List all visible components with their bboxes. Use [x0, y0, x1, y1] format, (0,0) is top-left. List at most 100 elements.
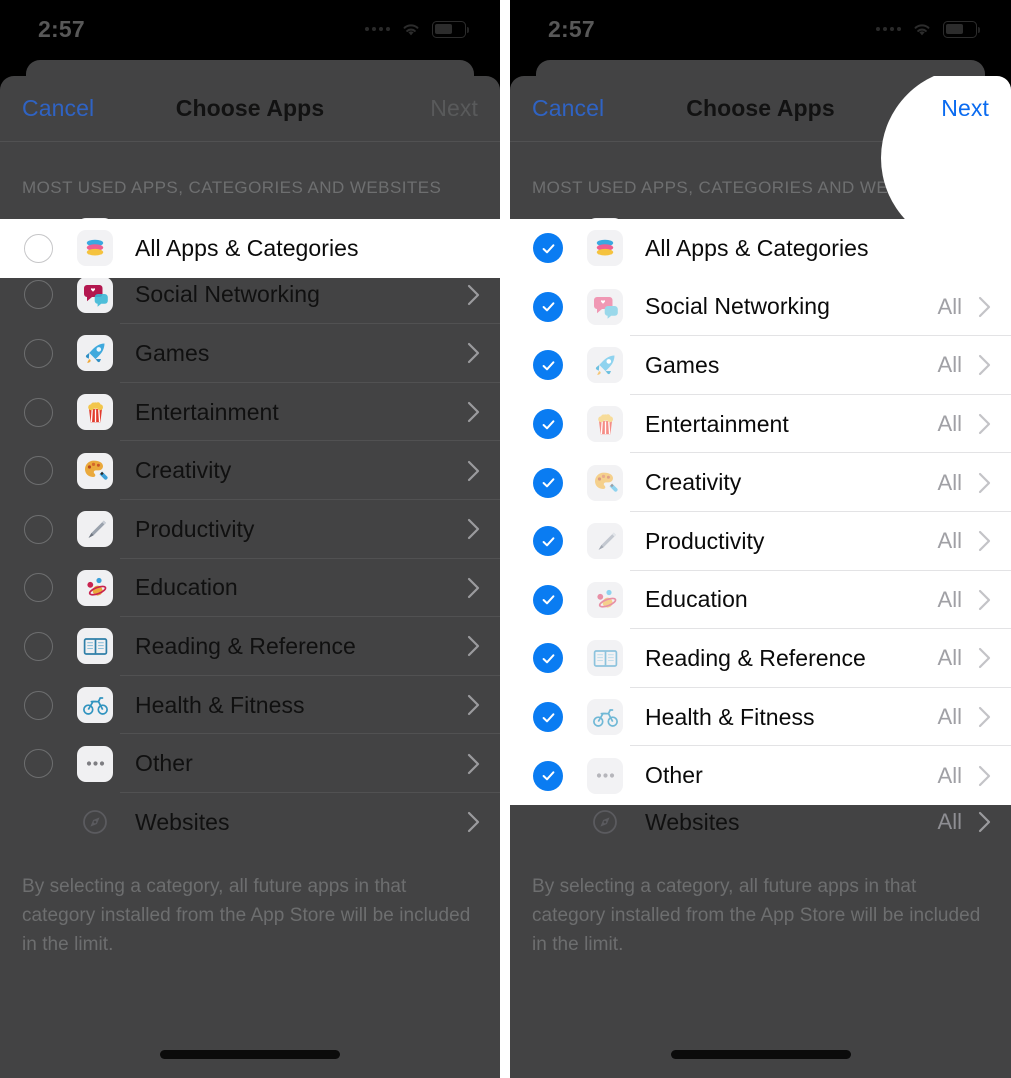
radio-unchecked-icon[interactable]	[18, 397, 58, 427]
palette-icon	[587, 464, 623, 501]
chevron-right-icon	[978, 472, 991, 494]
list-item-label: Productivity	[645, 527, 765, 554]
list-item[interactable]: Websites	[0, 793, 500, 852]
list-item[interactable]: Reading & Reference	[0, 617, 500, 676]
list-item-label: Social Networking	[645, 293, 830, 320]
phone-screenshot-right: 2:57 Cancel Choose Apps Next MOST USED A…	[510, 0, 1011, 1078]
home-indicator	[670, 1050, 851, 1059]
checkmark-checked-icon[interactable]	[528, 409, 568, 440]
radio-unchecked-icon[interactable]	[18, 514, 58, 544]
list-item-highlighted[interactable]: Social Networking All	[510, 278, 1011, 337]
list-item-highlighted[interactable]: Education All	[510, 571, 1011, 630]
row-value: All	[937, 528, 962, 554]
chevron-right-icon	[467, 284, 480, 306]
radio-unchecked-icon[interactable]	[18, 456, 58, 486]
checkmark-checked-icon[interactable]	[528, 526, 568, 557]
status-bar-left: 2:57	[0, 0, 500, 58]
category-list-left: All Apps & Categories Social Networking	[0, 207, 500, 852]
chevron-right-icon	[467, 342, 480, 364]
row-value: All	[937, 645, 962, 671]
open-book-icon	[77, 628, 113, 665]
status-bar-time: 2:57	[548, 15, 595, 42]
chevron-right-icon	[467, 753, 480, 775]
list-item-label: Reading & Reference	[135, 632, 356, 659]
list-item-accessory	[467, 342, 480, 364]
phone-screenshot-left: 2:57 Cancel Choose Apps Next MOST USED A…	[0, 0, 500, 1078]
list-item-accessory	[467, 284, 480, 306]
next-button[interactable]: Next	[430, 95, 478, 122]
radio-unchecked-icon[interactable]	[18, 280, 58, 310]
status-bar-indicators	[365, 20, 470, 38]
status-bar-right: 2:57	[510, 0, 1011, 58]
row-value: All	[937, 293, 962, 319]
wifi-icon	[910, 21, 934, 38]
list-item[interactable]: Productivity	[0, 500, 500, 559]
status-bar-time: 2:57	[38, 15, 85, 42]
list-item-highlighted[interactable]: Entertainment All	[510, 395, 1011, 454]
next-button[interactable]: Next	[941, 95, 989, 122]
chevron-right-icon	[978, 765, 991, 787]
list-item-accessory	[467, 577, 480, 599]
list-item-highlighted[interactable]: All Apps & Categories	[510, 219, 1011, 278]
ellipsis-icon	[77, 745, 113, 782]
list-item[interactable]: Education	[0, 559, 500, 618]
checkmark-checked-icon[interactable]	[528, 760, 568, 791]
list-item[interactable]: Other	[0, 734, 500, 793]
list-item-label: Education	[645, 586, 748, 613]
list-item-highlighted[interactable]: Health & Fitness All	[510, 688, 1011, 747]
list-item-label: Health & Fitness	[135, 691, 305, 718]
signal-dots-icon	[876, 27, 901, 31]
checkmark-checked-icon[interactable]	[528, 584, 568, 615]
checkmark-checked-icon[interactable]	[528, 291, 568, 322]
list-item[interactable]: Games	[0, 324, 500, 383]
list-item-accessory	[467, 694, 480, 716]
list-item-accessory	[467, 635, 480, 657]
list-item-highlighted[interactable]: All Apps & Categories	[0, 219, 500, 278]
list-item-highlighted[interactable]: Games All	[510, 336, 1011, 395]
list-item-label: Other	[645, 762, 703, 789]
list-item[interactable]: Entertainment	[0, 383, 500, 442]
list-item-accessory: All	[938, 470, 991, 496]
wifi-icon	[399, 21, 423, 38]
list-item-label: Creativity	[645, 469, 742, 496]
row-value: All	[937, 762, 962, 788]
cancel-button[interactable]: Cancel	[532, 95, 604, 122]
list-item-accessory: All	[938, 352, 991, 378]
chevron-right-icon	[978, 354, 991, 376]
radio-unchecked-icon[interactable]	[18, 631, 58, 661]
list-item-label: Websites	[645, 808, 740, 835]
footer-note: By selecting a category, all future apps…	[22, 875, 471, 955]
radio-unchecked-icon[interactable]	[18, 233, 58, 263]
list-item-highlighted[interactable]: Other All	[510, 746, 1011, 805]
radio-unchecked-icon[interactable]	[18, 573, 58, 603]
list-item-accessory: All	[938, 587, 991, 613]
compass-icon	[587, 804, 623, 840]
chat-heart-icon	[587, 288, 623, 325]
checkmark-checked-icon[interactable]	[528, 233, 568, 264]
list-item-accessory	[467, 460, 480, 482]
navigation-bar-right: Cancel Choose Apps Next	[510, 76, 1011, 248]
signal-dots-icon	[365, 27, 390, 31]
checkmark-checked-icon[interactable]	[528, 702, 568, 733]
checkmark-checked-icon[interactable]	[528, 350, 568, 381]
list-item-highlighted[interactable]: Productivity All	[510, 512, 1011, 571]
list-item[interactable]: Creativity	[0, 441, 500, 500]
radio-unchecked-icon[interactable]	[18, 338, 58, 368]
radio-unchecked-icon[interactable]	[18, 749, 58, 779]
popcorn-icon	[77, 394, 113, 431]
radio-unchecked-icon[interactable]	[18, 690, 58, 720]
chat-heart-icon	[77, 276, 113, 313]
footer-note: By selecting a category, all future apps…	[532, 875, 981, 955]
list-item-highlighted[interactable]: Creativity All	[510, 453, 1011, 512]
chevron-right-icon	[978, 811, 991, 833]
spotlight-highlight-left: All Apps & Categories	[0, 219, 500, 278]
list-item[interactable]: Health & Fitness	[0, 676, 500, 735]
ellipsis-icon	[587, 757, 623, 794]
list-item-accessory: All	[938, 809, 991, 835]
list-item-accessory: All	[938, 763, 991, 789]
list-item-highlighted[interactable]: Reading & Reference All	[510, 629, 1011, 688]
planet-atom-icon	[77, 569, 113, 606]
checkmark-checked-icon[interactable]	[528, 467, 568, 498]
cancel-button[interactable]: Cancel	[22, 95, 94, 122]
checkmark-checked-icon[interactable]	[528, 643, 568, 674]
